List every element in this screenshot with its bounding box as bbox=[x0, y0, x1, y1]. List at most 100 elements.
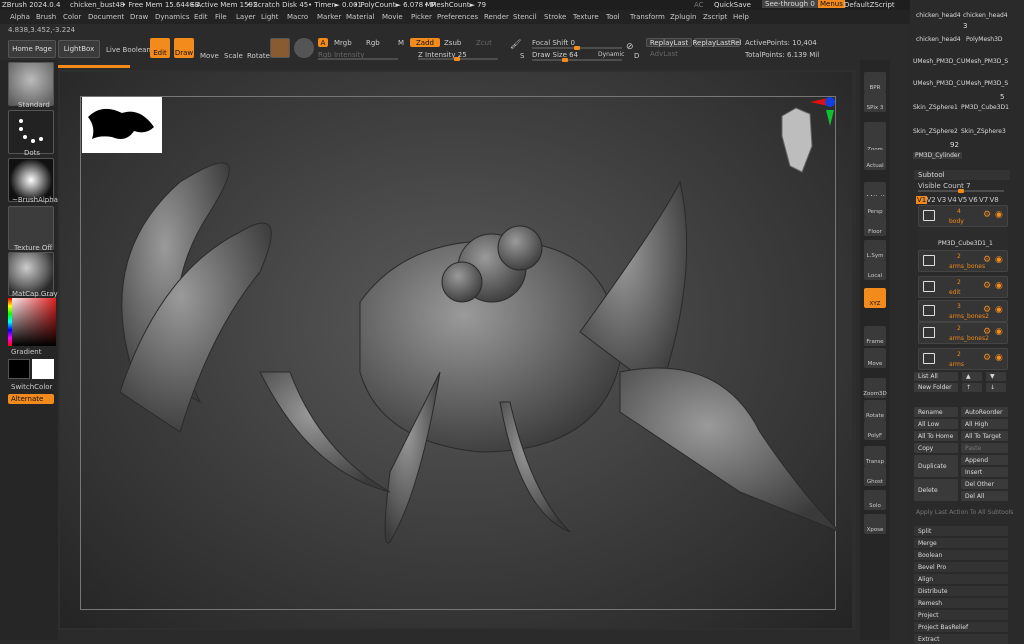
panel-merge[interactable]: Merge bbox=[914, 538, 1008, 548]
menu-light[interactable]: Light bbox=[261, 13, 278, 21]
list-all-button[interactable]: List All bbox=[914, 372, 958, 381]
move-up-icon[interactable]: ▲ bbox=[962, 372, 982, 381]
focal-shift-track[interactable] bbox=[532, 46, 622, 50]
version-v5[interactable]: V5 bbox=[958, 196, 967, 204]
subtool-item[interactable]: 2 arms ⚙ ◉ bbox=[918, 348, 1008, 370]
arrow-down-icon[interactable]: ↓ bbox=[986, 383, 1006, 392]
eye-icon[interactable]: ◉ bbox=[995, 305, 1003, 315]
gear-icon[interactable]: ⚙ bbox=[983, 327, 991, 337]
menu-brush[interactable]: Brush bbox=[36, 13, 56, 21]
gear-icon[interactable]: ⚙ bbox=[983, 353, 991, 363]
tool-thumbnail[interactable]: Skin_ZSphere1 bbox=[913, 104, 958, 111]
shelf-frame[interactable]: Frame bbox=[864, 326, 886, 346]
rgb-button[interactable]: Rgb bbox=[366, 39, 380, 47]
move-button[interactable]: Move bbox=[200, 52, 219, 60]
draw-size-track[interactable] bbox=[532, 58, 622, 62]
move-down-icon[interactable]: ▼ bbox=[986, 372, 1006, 381]
a-button[interactable]: A bbox=[318, 38, 328, 47]
shelf-rotate[interactable]: Rotate bbox=[864, 400, 886, 420]
version-v4[interactable]: V4 bbox=[948, 196, 957, 204]
panel-project[interactable]: Project bbox=[914, 610, 1008, 620]
zcut-button[interactable]: Zcut bbox=[476, 39, 492, 47]
tool-thumbnail[interactable]: UMesh_PM3D_C bbox=[913, 80, 961, 87]
stroke-thumbnail[interactable] bbox=[8, 110, 54, 154]
eye-icon[interactable]: ◉ bbox=[995, 281, 1003, 291]
panel-distribute[interactable]: Distribute bbox=[914, 586, 1008, 596]
menu-layer[interactable]: Layer bbox=[236, 13, 256, 21]
subtool-item[interactable]: 3 arms_bones2 ⚙ ◉ bbox=[918, 300, 1008, 322]
menu-draw[interactable]: Draw bbox=[130, 13, 148, 21]
color-picker[interactable] bbox=[8, 298, 56, 346]
paste-button[interactable]: Paste bbox=[961, 443, 1008, 453]
version-v8[interactable]: V8 bbox=[990, 196, 999, 204]
version-v3[interactable]: V3 bbox=[937, 196, 946, 204]
panel-align[interactable]: Align bbox=[914, 574, 1008, 584]
panel-boolean[interactable]: Boolean bbox=[914, 550, 1008, 560]
menu-stencil[interactable]: Stencil bbox=[513, 13, 537, 21]
rename-button[interactable]: Rename bbox=[914, 407, 958, 417]
menu-material[interactable]: Material bbox=[346, 13, 374, 21]
rgb-intensity-track[interactable] bbox=[318, 58, 398, 60]
sculpt-model[interactable] bbox=[60, 72, 852, 628]
hue-strip[interactable] bbox=[8, 298, 12, 346]
scale-button[interactable]: Scale bbox=[224, 52, 243, 60]
panel-extract[interactable]: Extract bbox=[914, 634, 1008, 644]
tool-thumbnail[interactable]: UMesh_PM3D_C bbox=[913, 58, 961, 65]
shelf-l-sym[interactable]: L.Sym bbox=[864, 240, 886, 260]
tool-thumbnail[interactable]: UMesh_PM3D_S bbox=[961, 58, 1008, 65]
shelf-xyz[interactable]: XYZ bbox=[864, 288, 886, 308]
menu-preferences[interactable]: Preferences bbox=[437, 13, 478, 21]
tool-thumbnail[interactable]: PM3D_Cylinder bbox=[913, 152, 963, 159]
shelf-solo[interactable]: Solo bbox=[864, 490, 886, 510]
subtool-item[interactable]: 2 edit ⚙ ◉ bbox=[918, 276, 1008, 298]
m-button[interactable]: M bbox=[398, 39, 404, 47]
eye-icon[interactable]: ◉ bbox=[995, 255, 1003, 265]
quicksave-button[interactable]: QuickSave bbox=[714, 1, 751, 9]
tool-thumbnail[interactable]: Skin_ZSphere2 bbox=[913, 128, 958, 135]
menu-stroke[interactable]: Stroke bbox=[544, 13, 566, 21]
shelf-floor[interactable]: Floor bbox=[864, 216, 886, 236]
draw-button[interactable]: Draw bbox=[174, 38, 194, 58]
menu-movie[interactable]: Movie bbox=[382, 13, 403, 21]
shelf-actual[interactable]: Actual bbox=[864, 150, 886, 170]
del-all-button[interactable]: Del All bbox=[961, 491, 1008, 501]
tool-thumbnail[interactable]: chicken_head4 bbox=[963, 12, 1008, 19]
switch-color-button[interactable]: SwitchColor bbox=[11, 383, 52, 391]
adv-last-button[interactable]: AdvLast bbox=[650, 50, 678, 58]
tool-thumbnail[interactable]: UMesh_PM3D_S bbox=[961, 80, 1008, 87]
subtool-item[interactable]: 2 arms_bones ⚙ ◉ bbox=[918, 250, 1008, 272]
visible-count-track[interactable] bbox=[918, 189, 1004, 193]
zsub-button[interactable]: Zsub bbox=[444, 39, 461, 47]
subtool-header[interactable]: Subtool bbox=[914, 170, 1010, 180]
all-to-target-button[interactable]: All To Target bbox=[961, 431, 1008, 441]
menu-dynamics[interactable]: Dynamics bbox=[155, 13, 190, 21]
shelf-move[interactable]: Move bbox=[864, 348, 886, 368]
del-other-button[interactable]: Del Other bbox=[961, 479, 1008, 489]
gear-icon[interactable]: ⚙ bbox=[983, 305, 991, 315]
all-low-button[interactable]: All Low bbox=[914, 419, 958, 429]
gear-icon[interactable]: ⚙ bbox=[983, 281, 991, 291]
apply-last-action-button[interactable]: Apply Last Action To All Subtools bbox=[916, 509, 1013, 516]
menu-alpha[interactable]: Alpha bbox=[10, 13, 30, 21]
subtool-item[interactable]: PM3D_Cube3D1_1 bbox=[918, 228, 1008, 250]
rotate-button[interactable]: Rotate bbox=[247, 52, 270, 60]
subtool-item[interactable]: 2 arms_bones2 ⚙ ◉ bbox=[918, 322, 1008, 344]
panel-bevel-pro[interactable]: Bevel Pro bbox=[914, 562, 1008, 572]
menus-button[interactable]: Menus bbox=[818, 0, 845, 8]
menu-transform[interactable]: Transform bbox=[630, 13, 665, 21]
auto-reorder-button[interactable]: AutoReorder bbox=[961, 407, 1008, 417]
version-v7[interactable]: V7 bbox=[979, 196, 988, 204]
eye-icon[interactable]: ◉ bbox=[995, 327, 1003, 337]
duplicate-button[interactable]: Duplicate bbox=[914, 455, 958, 477]
gear-icon[interactable]: ⚙ bbox=[983, 255, 991, 265]
shelf-xpose[interactable]: Xpose bbox=[864, 514, 886, 534]
edit-button[interactable]: Edit bbox=[150, 38, 170, 58]
gear-icon[interactable]: ⚙ bbox=[983, 210, 991, 220]
eye-icon[interactable]: ◉ bbox=[995, 353, 1003, 363]
lightbox-button[interactable]: LightBox bbox=[58, 40, 100, 58]
menu-zscript[interactable]: Zscript bbox=[703, 13, 727, 21]
arrow-up-icon[interactable]: ↑ bbox=[962, 383, 982, 392]
shelf-polyf[interactable]: PolyF bbox=[864, 420, 886, 440]
panel-project-basrelief[interactable]: Project BasRelief bbox=[914, 622, 1008, 632]
menu-color[interactable]: Color bbox=[63, 13, 81, 21]
